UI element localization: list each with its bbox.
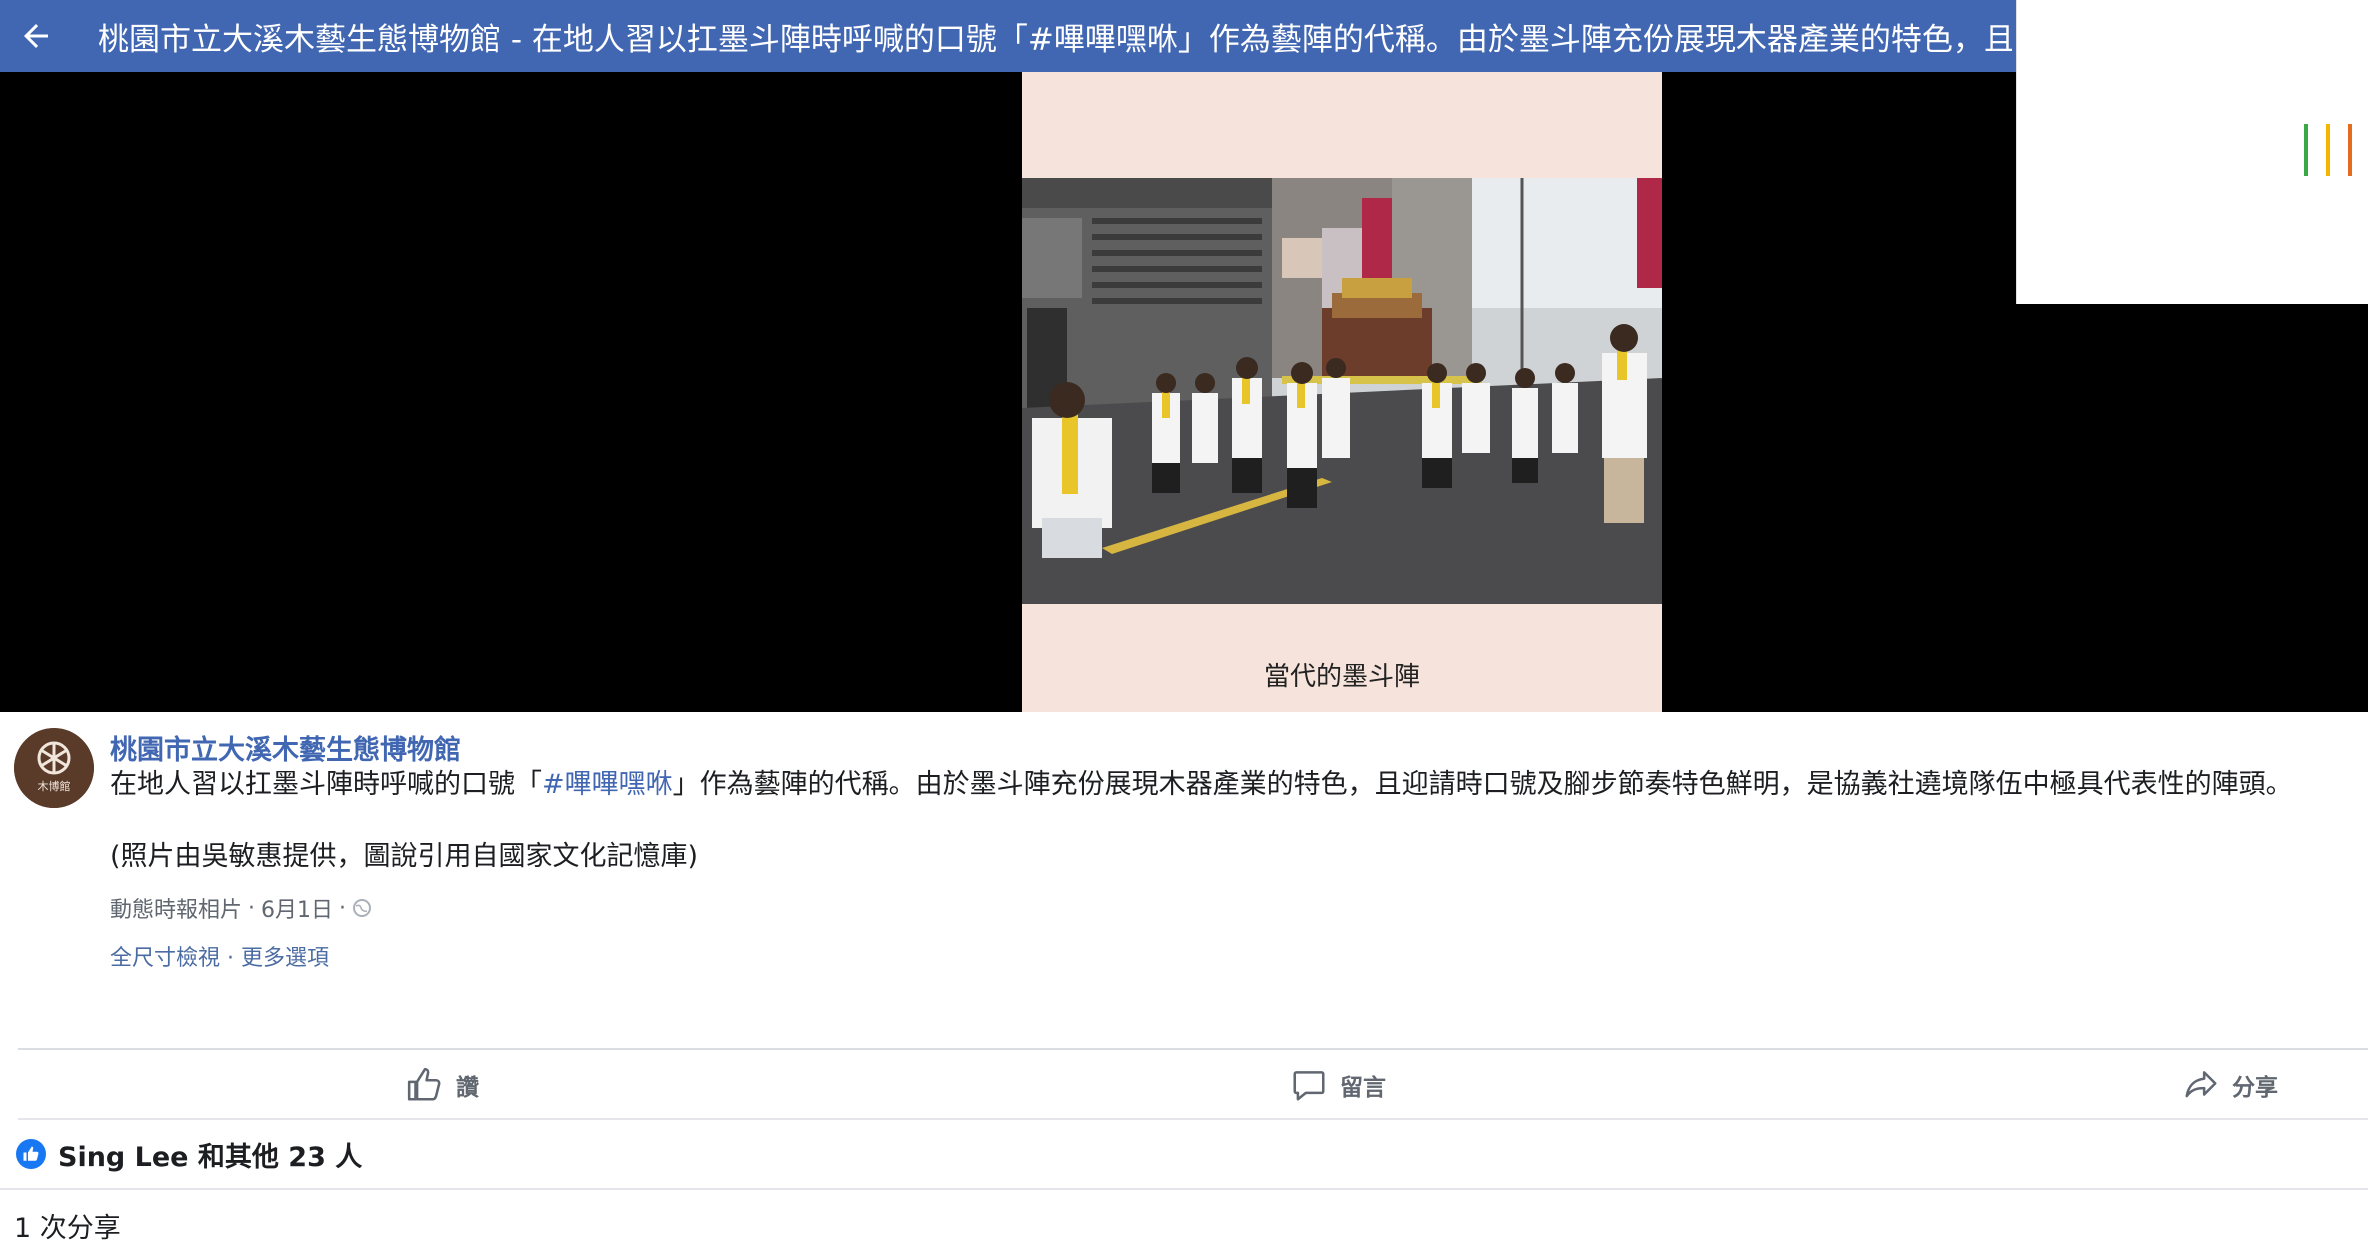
- reactions-summary: Sing Lee 和其他 23 人: [0, 1120, 2368, 1190]
- globe-icon: [353, 899, 372, 917]
- like-reaction-icon: [16, 1139, 46, 1169]
- back-button[interactable]: [0, 0, 72, 72]
- share-label: 分享: [2232, 1075, 2278, 1101]
- procession-image: [1022, 178, 1662, 604]
- loading-bar: [2326, 124, 2330, 176]
- action-bar: 讚 留言 分享: [18, 1048, 2368, 1120]
- photo-stage-right: [2016, 304, 2368, 712]
- like-label: 讚: [456, 1075, 479, 1101]
- photo-stage[interactable]: [0, 72, 2016, 712]
- photo-options: 全尺寸檢視 · 更多選項: [110, 940, 329, 972]
- meta-separator: ·: [339, 895, 347, 921]
- options-separator: ·: [227, 946, 235, 971]
- meta-separator: ·: [248, 895, 256, 921]
- like-button[interactable]: 讚: [406, 1050, 479, 1120]
- loading-bar: [2304, 124, 2308, 176]
- comment-label: 留言: [1340, 1075, 1386, 1101]
- comment-button[interactable]: 留言: [1290, 1050, 1386, 1120]
- album-link[interactable]: 動態時報相片: [110, 892, 242, 924]
- thumbs-up-icon: [23, 1146, 39, 1161]
- desc-suffix: 」作為藝陣的代稱。由於墨斗陣充份展現木器產業的特色，且迎請時口號及腳步節奏特色鮮…: [672, 769, 2293, 800]
- photo-title: 桃園市立大溪木藝生態博物館 - 在地人習以扛墨斗陣時呼喊的口號「#嗶嗶嘿咻」作為…: [98, 21, 2012, 58]
- photo-caption-art: 當代的墨斗陣: [1263, 662, 1420, 692]
- page-avatar[interactable]: 木博館: [14, 728, 94, 808]
- desc-prefix: 在地人習以扛墨斗陣時呼喊的口號「: [110, 769, 542, 800]
- shares-count-link[interactable]: 1 次分享: [14, 1206, 121, 1245]
- share-icon: [2185, 1071, 2217, 1098]
- likes-count-link[interactable]: Sing Lee 和其他 23 人: [58, 1135, 362, 1174]
- side-panel: [2016, 0, 2368, 304]
- more-options-link[interactable]: 更多選項: [241, 946, 329, 971]
- procession-photo: [1022, 178, 1662, 604]
- loading-bar: [2348, 124, 2352, 176]
- post-description: 在地人習以扛墨斗陣時呼喊的口號「#嗶嗶嘿咻」作為藝陣的代稱。由於墨斗陣充份展現木…: [110, 762, 2293, 801]
- photo-credit: (照片由吳敏惠提供，圖說引用自國家文化記憶庫): [110, 841, 699, 872]
- comment-icon: [1293, 1071, 1325, 1101]
- full-size-link[interactable]: 全尺寸檢視: [110, 946, 220, 971]
- museum-logo: 木博館: [14, 728, 94, 808]
- post-meta: 動態時報相片 · 6月1日 ·: [110, 892, 372, 924]
- photo-viewer-header: 桃園市立大溪木藝生態博物館 - 在地人習以扛墨斗陣時呼喊的口號「#嗶嗶嘿咻」作為…: [0, 0, 2368, 72]
- hashtag-link[interactable]: #嗶嗶嘿咻: [542, 769, 673, 800]
- date-link[interactable]: 6月1日: [261, 892, 333, 924]
- share-button[interactable]: 分享: [2182, 1050, 2278, 1120]
- svg-text:木博館: 木博館: [38, 779, 71, 793]
- arrow-left-icon: [24, 24, 48, 48]
- thumbs-up-icon: [407, 1067, 441, 1101]
- photo-frame[interactable]: 當代的墨斗陣: [1022, 72, 1662, 712]
